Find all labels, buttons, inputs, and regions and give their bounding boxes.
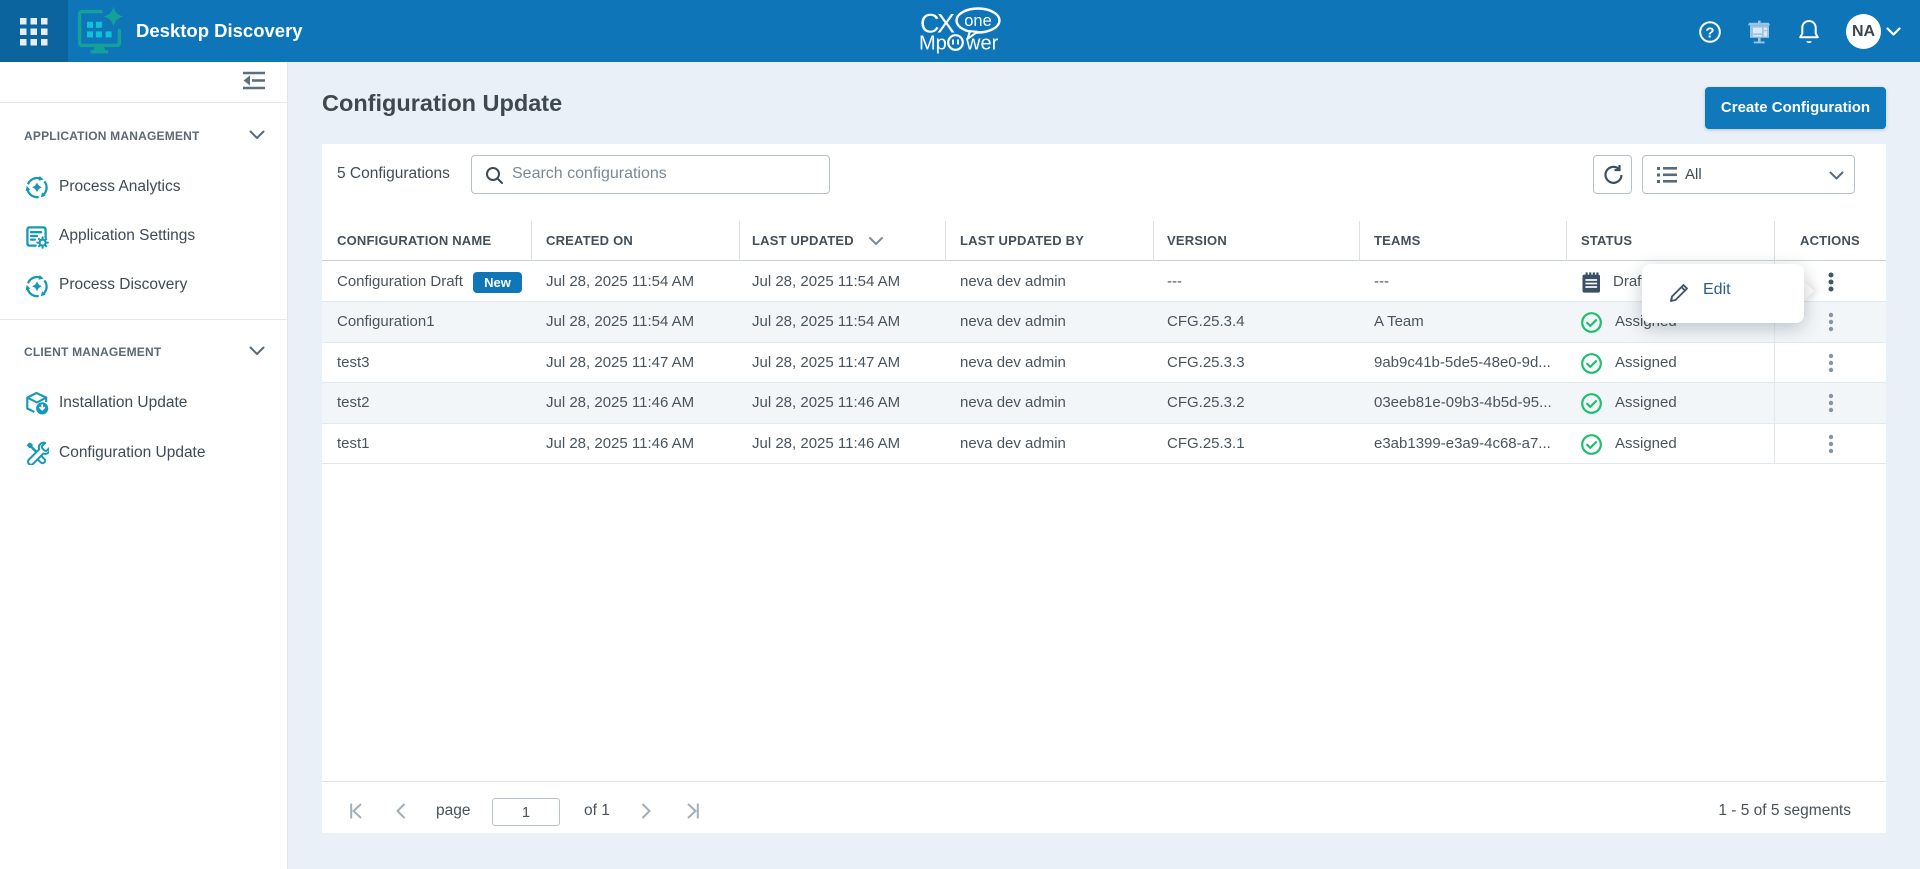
svg-text:Mp: Mp bbox=[919, 33, 947, 55]
svg-text:one: one bbox=[964, 12, 992, 30]
svg-text:wer: wer bbox=[965, 33, 999, 55]
svg-text:?: ? bbox=[1705, 25, 1714, 42]
